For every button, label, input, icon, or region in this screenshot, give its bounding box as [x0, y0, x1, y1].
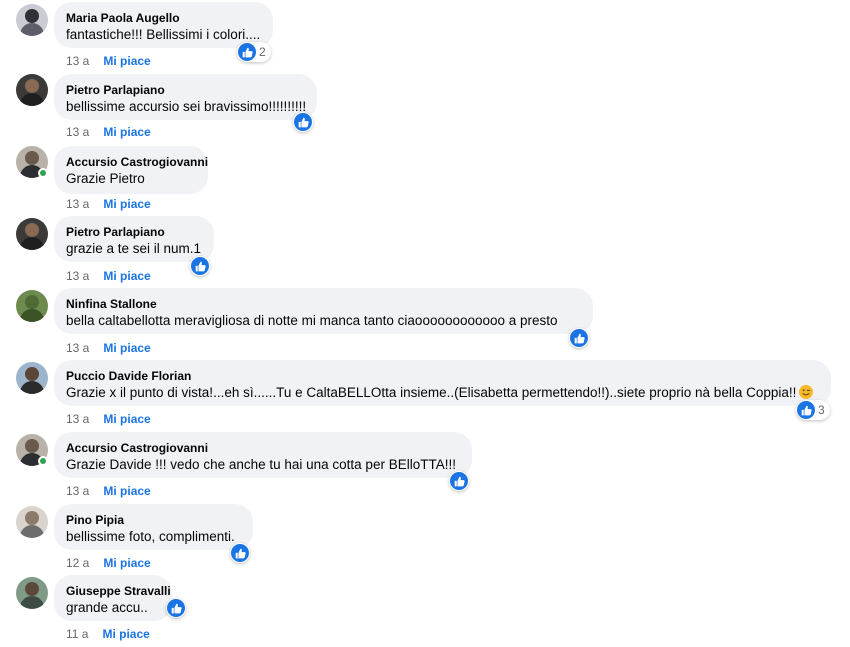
comment-text: bellissime accursio sei bravissimo!!!!!!… — [66, 99, 307, 114]
comment-author[interactable]: Puccio Davide Florian — [66, 368, 819, 384]
avatar[interactable] — [16, 506, 48, 538]
avatar[interactable] — [16, 4, 48, 36]
like-link[interactable]: Mi piace — [103, 125, 150, 139]
like-link[interactable]: Mi piace — [103, 484, 150, 498]
like-icon — [191, 257, 209, 275]
online-status-indicator — [38, 456, 48, 466]
like-icon — [294, 113, 312, 131]
reaction-count: 2 — [259, 45, 266, 59]
comment-timestamp[interactable]: 12 a — [66, 556, 89, 570]
comment-author[interactable]: Ninfina Stallone — [66, 296, 581, 312]
comment-bubble: Accursio Castrogiovanni Grazie Pietro — [54, 146, 208, 194]
avatar[interactable] — [16, 362, 48, 394]
like-link[interactable]: Mi piace — [103, 54, 150, 68]
avatar[interactable] — [16, 290, 48, 322]
comment-text: Grazie Davide !!! vedo che anche tu hai … — [66, 457, 456, 472]
comment-bubble: Maria Paola Augello fantastiche!!! Belli… — [54, 2, 273, 48]
reaction-summary[interactable]: 2 — [237, 42, 271, 62]
avatar[interactable] — [16, 74, 48, 106]
comment-text: fantastiche!!! Bellissimi i colori.... — [66, 27, 261, 42]
reaction-summary[interactable] — [293, 112, 313, 132]
comment-text: grazie a te sei il num.1 — [66, 241, 202, 256]
like-link[interactable]: Mi piace — [103, 341, 150, 355]
comment-bubble: Ninfina Stallone bella caltabellotta mer… — [54, 288, 593, 334]
comment-timestamp[interactable]: 13 a — [66, 412, 89, 426]
comment-author[interactable]: Accursio Castrogiovanni — [66, 154, 208, 170]
online-status-indicator — [38, 168, 48, 178]
comment-timestamp[interactable]: 13 a — [66, 125, 89, 139]
winking-face-icon — [799, 385, 814, 399]
comment-bubble: Pino Pipia bellissime foto, complimenti. — [54, 504, 253, 550]
comment-bubble: Giuseppe Stravalli grande accu.. — [54, 575, 172, 621]
comment-text: bellissime foto, complimenti. — [66, 529, 235, 544]
reaction-count: 3 — [818, 403, 825, 417]
like-icon — [167, 599, 185, 617]
like-icon — [238, 43, 256, 61]
comment-text: Grazie x il punto di vista!...eh sì.....… — [66, 384, 819, 402]
comment-timestamp[interactable]: 11 a — [66, 627, 88, 641]
reaction-summary[interactable] — [449, 471, 469, 491]
comment-author[interactable]: Pietro Parlapiano — [66, 82, 305, 98]
comment-author[interactable]: Giuseppe Stravalli — [66, 583, 171, 599]
comment-text-content: Grazie x il punto di vista!...eh sì.....… — [66, 385, 797, 400]
comment-timestamp[interactable]: 13 a — [66, 197, 89, 211]
reaction-summary[interactable] — [190, 256, 210, 276]
comment-timestamp[interactable]: 13 a — [66, 54, 89, 68]
comment-author[interactable]: Accursio Castrogiovanni — [66, 440, 460, 456]
comment-text: grande accu.. — [66, 600, 148, 615]
comment-author[interactable]: Pino Pipia — [66, 512, 241, 528]
like-link[interactable]: Mi piace — [103, 269, 150, 283]
like-icon — [231, 544, 249, 562]
comment-bubble: Pietro Parlapiano bellissime accursio se… — [54, 74, 317, 120]
comment-text: bella caltabellotta meravigliosa di nott… — [66, 313, 558, 328]
comment-bubble: Accursio Castrogiovanni Grazie Davide !!… — [54, 432, 472, 478]
reaction-summary[interactable] — [569, 328, 589, 348]
reaction-summary[interactable] — [166, 598, 186, 618]
comment-timestamp[interactable]: 13 a — [66, 341, 89, 355]
comment-bubble: Puccio Davide Florian Grazie x il punto … — [54, 360, 831, 406]
avatar[interactable] — [16, 577, 48, 609]
reaction-summary[interactable] — [230, 543, 250, 563]
reaction-summary[interactable]: 3 — [796, 400, 830, 420]
like-icon — [797, 401, 815, 419]
comment-timestamp[interactable]: 13 a — [66, 484, 89, 498]
comment-author[interactable]: Maria Paola Augello — [66, 10, 261, 26]
like-icon — [570, 329, 588, 347]
like-icon — [450, 472, 468, 490]
comment-bubble: Pietro Parlapiano grazie a te sei il num… — [54, 216, 214, 262]
comment-text: Grazie Pietro — [66, 171, 145, 186]
like-link[interactable]: Mi piace — [103, 556, 150, 570]
like-link[interactable]: Mi piace — [102, 627, 149, 641]
comment-author[interactable]: Pietro Parlapiano — [66, 224, 202, 240]
comment-timestamp[interactable]: 13 a — [66, 269, 89, 283]
avatar[interactable] — [16, 218, 48, 250]
like-link[interactable]: Mi piace — [103, 412, 150, 426]
like-link[interactable]: Mi piace — [103, 197, 150, 211]
